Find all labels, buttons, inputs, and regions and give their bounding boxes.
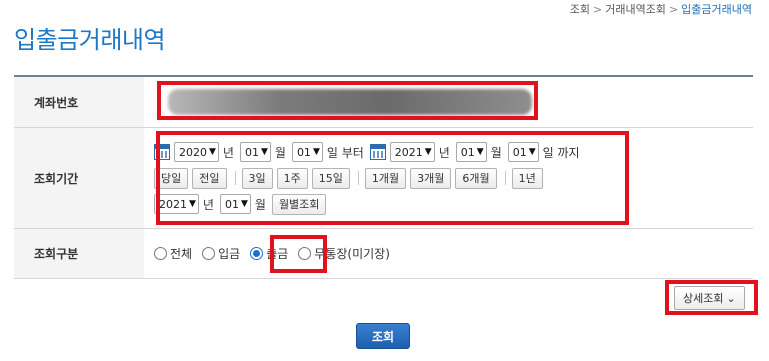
breadcrumb-home[interactable]: 조회 (570, 3, 590, 16)
breadcrumb-transaction[interactable]: 거래내역조회 (605, 3, 666, 16)
chevron-down-icon: ⌄ (726, 291, 736, 305)
period-label: 조회기간 (14, 128, 144, 228)
breadcrumb: 조회 > 거래내역조회 > 입출금거래내역 (570, 1, 752, 17)
type-label: 조회구분 (14, 229, 144, 278)
radio-all[interactable]: 전체 (154, 245, 192, 262)
search-button[interactable]: 조회 (356, 323, 410, 349)
breadcrumb-current: 입출금거래내역 (681, 3, 752, 16)
radio-deposit[interactable]: 입금 (202, 245, 240, 262)
type-cell: 전체 입금 출금 무통장(미기장) (144, 229, 753, 278)
page-title: 입출금거래내역 (14, 26, 166, 54)
account-label: 계좌번호 (14, 77, 144, 127)
highlight-period (156, 131, 629, 225)
breadcrumb-separator: > (668, 3, 679, 16)
radio-circle-selected[interactable] (250, 247, 264, 260)
breadcrumb-separator: > (592, 3, 603, 16)
highlight-account (157, 81, 538, 120)
radio-circle[interactable] (154, 247, 167, 260)
type-row: 조회구분 전체 입금 출금 무통장(미기장) (14, 229, 753, 279)
highlight-withdrawal (270, 235, 327, 273)
detail-search-button[interactable]: 상세조회 ⌄ (674, 286, 745, 310)
radio-circle[interactable] (202, 247, 216, 260)
